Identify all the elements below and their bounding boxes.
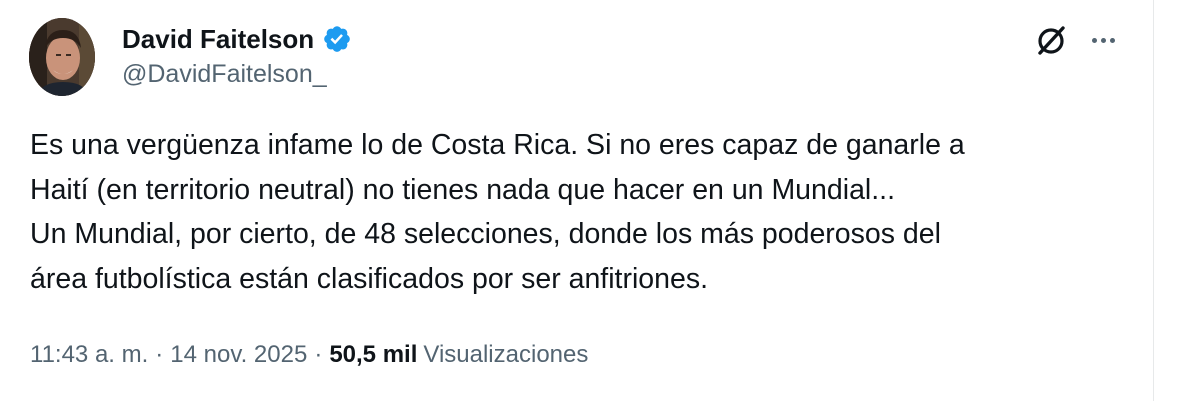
more-dot	[1100, 37, 1106, 43]
author-name-row[interactable]: David Faitelson	[122, 22, 352, 56]
author-display-name[interactable]: David Faitelson	[122, 24, 314, 55]
tweet-text: Es una vergüenza infame lo de Costa Rica…	[30, 129, 965, 295]
avatar[interactable]	[29, 18, 95, 96]
tweet-date[interactable]: 14 nov. 2025	[170, 341, 307, 369]
views-count[interactable]: 50,5 mil	[329, 341, 417, 369]
more-dot	[1109, 37, 1115, 43]
grok-icon[interactable]	[1034, 22, 1070, 58]
author-handle[interactable]: @DavidFaitelson_	[122, 60, 327, 89]
more-dot	[1091, 37, 1097, 43]
more-options-icon[interactable]	[1088, 26, 1118, 54]
tweet-card: David Faitelson @DavidFaitelson_ Es una …	[0, 0, 1153, 401]
verified-badge-icon	[324, 26, 350, 52]
column-divider	[1153, 0, 1154, 401]
meta-separator: ·	[155, 341, 164, 368]
meta-separator: ·	[314, 341, 323, 368]
tweet-meta: 11:43 a. m. · 14 nov. 2025 · 50,5 mil Vi…	[30, 341, 588, 369]
tweet-time[interactable]: 11:43 a. m.	[30, 341, 148, 369]
views-label[interactable]: Visualizaciones	[423, 341, 588, 369]
profile-photo-icon	[29, 18, 95, 96]
